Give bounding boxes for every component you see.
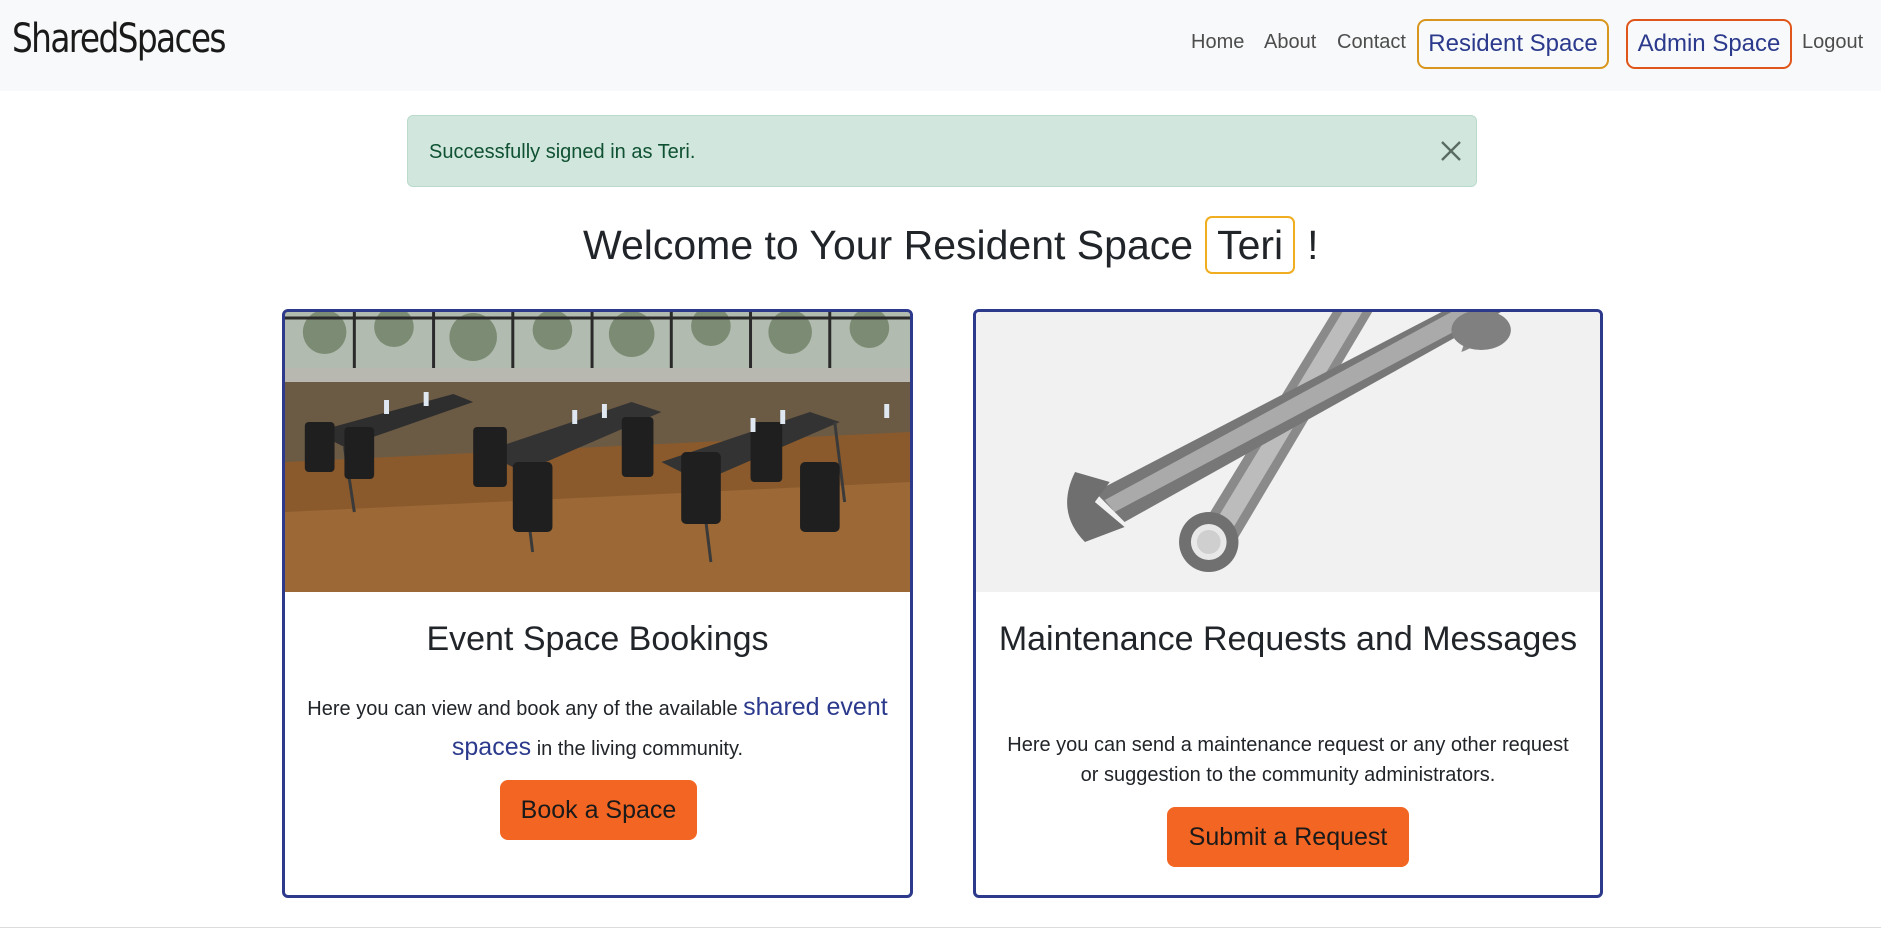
conference-room-image xyxy=(285,312,910,592)
event-space-card: Event Space Bookings Here you can view a… xyxy=(282,309,913,898)
success-alert: Successfully signed in as Teri. xyxy=(407,115,1477,187)
card-title: Event Space Bookings xyxy=(426,620,769,658)
book-space-button[interactable]: Book a Space xyxy=(500,780,697,840)
resident-space-button[interactable]: Resident Space xyxy=(1417,19,1609,69)
brand-logo[interactable]: SharedSpaces xyxy=(12,16,226,62)
nav-home-link[interactable]: Home xyxy=(1191,31,1244,54)
admin-space-button[interactable]: Admin Space xyxy=(1626,19,1792,69)
card-title: Maintenance Requests and Messages xyxy=(998,620,1578,658)
submit-request-button[interactable]: Submit a Request xyxy=(1167,807,1409,867)
card-description: Here you can send a maintenance request … xyxy=(1007,734,1569,786)
resident-name: Teri xyxy=(1205,216,1296,274)
page-title: Welcome to Your Resident Space Teri ! xyxy=(583,216,1319,274)
maintenance-card: Maintenance Requests and Messages Here y… xyxy=(973,309,1603,898)
page-divider xyxy=(0,927,1881,928)
card-text-before: Here you can view and book any of the av… xyxy=(307,698,738,720)
logout-link[interactable]: Logout xyxy=(1802,31,1863,54)
nav-about-link[interactable]: About xyxy=(1264,31,1316,54)
navbar: SharedSpaces Home About Contact Resident… xyxy=(0,0,1881,91)
welcome-prefix: Welcome to Your Resident Space xyxy=(583,221,1194,268)
close-icon[interactable] xyxy=(1438,138,1464,164)
card-text-after: in the living community. xyxy=(536,738,744,760)
alert-message: Successfully signed in as Teri. xyxy=(429,141,696,163)
welcome-suffix: ! xyxy=(1307,221,1319,268)
wrenches-image xyxy=(976,312,1600,592)
card-description: Here you can view and book any of the av… xyxy=(285,688,910,768)
nav-contact-link[interactable]: Contact xyxy=(1337,31,1406,54)
